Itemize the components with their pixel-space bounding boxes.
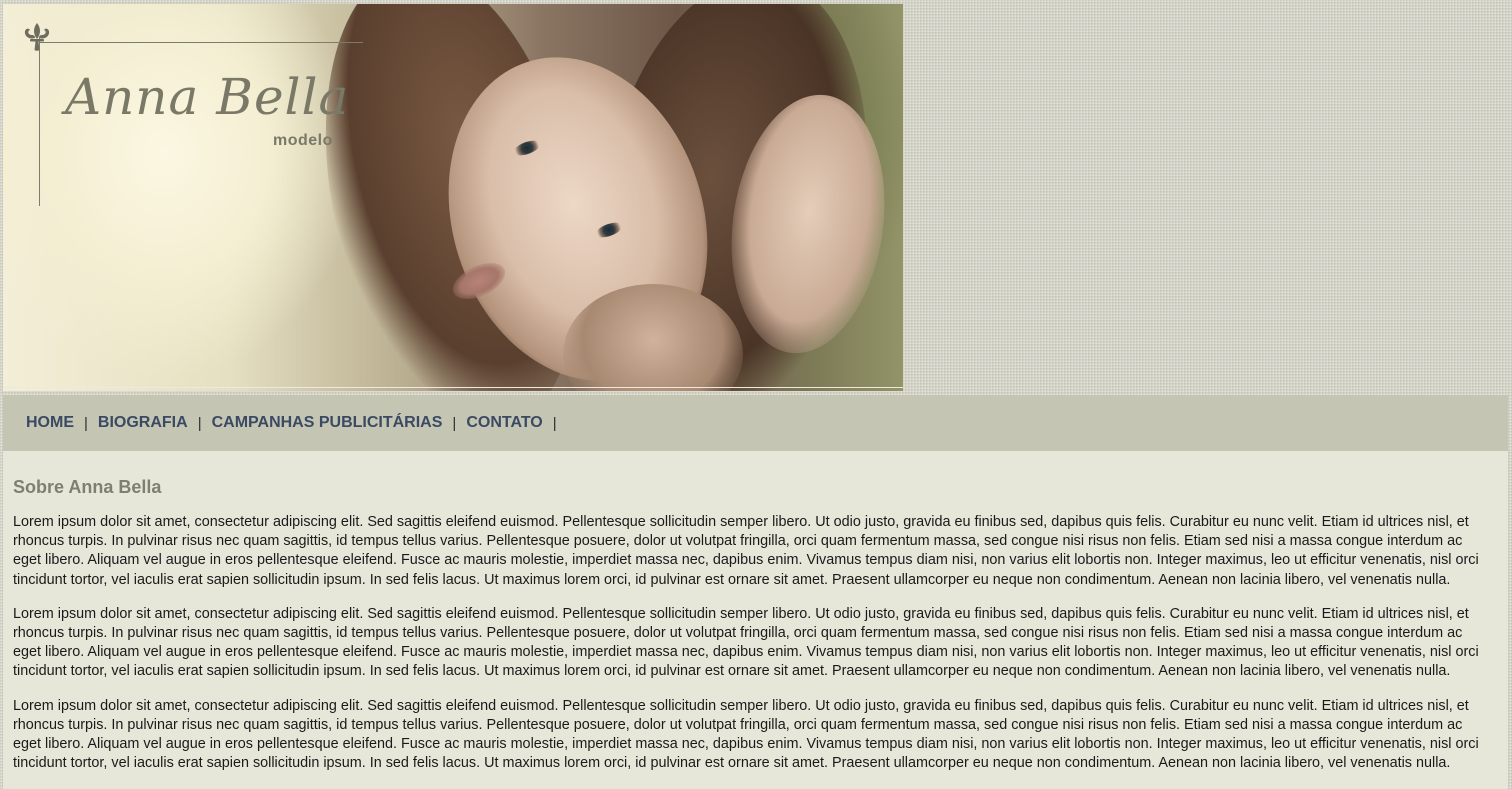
nav-item-contato: CONTATO |	[466, 414, 566, 432]
banner-bottom-line	[3, 387, 903, 388]
nav-separator: |	[552, 414, 557, 432]
header-banner: Anna Bella modelo	[3, 4, 903, 391]
main-content: Sobre Anna Bella Lorem ipsum dolor sit a…	[3, 451, 1508, 789]
nav-item-home: HOME |	[26, 414, 98, 432]
logo-frame-horizontal-line	[39, 42, 363, 43]
content-body: Lorem ipsum dolor sit amet, consectetur …	[13, 513, 1491, 788]
paragraph: Lorem ipsum dolor sit amet, consectetur …	[13, 514, 1479, 588]
nav-item-biografia: BIOGRAFIA |	[98, 414, 212, 432]
nav-separator: |	[452, 414, 457, 432]
paragraph: Lorem ipsum dolor sit amet, consectetur …	[13, 605, 1479, 680]
nav-separator: |	[84, 414, 88, 432]
logo-frame-vertical-line	[39, 38, 40, 206]
nav-list: HOME | BIOGRAFIA | CAMPANHAS PUBLICITÁRI…	[26, 414, 567, 432]
nav-separator: |	[197, 414, 202, 432]
main-navigation: HOME | BIOGRAFIA | CAMPANHAS PUBLICITÁRI…	[3, 395, 1508, 451]
nav-link-campanhas[interactable]: CAMPANHAS PUBLICITÁRIAS	[212, 414, 443, 432]
paragraph: Lorem ipsum dolor sit amet, consectetur …	[13, 697, 1479, 772]
fleur-de-lis-icon	[24, 23, 50, 51]
nav-link-biografia[interactable]: BIOGRAFIA	[98, 414, 188, 432]
nav-item-campanhas: CAMPANHAS PUBLICITÁRIAS |	[212, 414, 467, 432]
page-title: Sobre Anna Bella	[13, 477, 162, 497]
logo-name: Anna Bella	[65, 68, 350, 126]
nav-link-home[interactable]: HOME	[26, 414, 74, 432]
logo-subtitle: modelo	[273, 132, 333, 149]
nav-link-contato[interactable]: CONTATO	[466, 414, 542, 432]
